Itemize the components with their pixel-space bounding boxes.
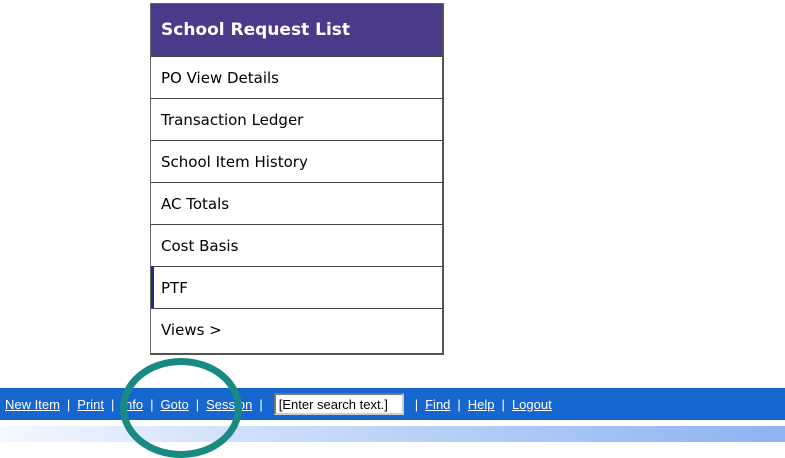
logout-link[interactable]: Logout [512, 397, 552, 412]
print-link[interactable]: Print [77, 397, 104, 412]
separator: | [195, 396, 200, 412]
separator: | [259, 396, 263, 412]
menu-item-po-view-details[interactable]: PO View Details [151, 56, 442, 98]
bottom-toolbar: New Item | Print | Info | Goto | Session… [0, 388, 785, 420]
find-link[interactable]: Find [425, 397, 450, 412]
separator: | [414, 396, 419, 412]
info-link[interactable]: Info [121, 397, 143, 412]
gradient-divider [0, 426, 785, 442]
session-link[interactable]: Session [206, 397, 252, 412]
menu-item-school-item-history[interactable]: School Item History [151, 140, 442, 182]
new-item-link[interactable]: New Item [5, 397, 60, 412]
menu-item-cost-basis[interactable]: Cost Basis [151, 224, 442, 266]
goto-link[interactable]: Goto [161, 397, 189, 412]
search-input[interactable] [273, 393, 404, 415]
context-menu: School Request List PO View Details Tran… [150, 3, 444, 355]
help-link[interactable]: Help [468, 397, 495, 412]
menu-item-views[interactable]: Views > [151, 308, 442, 350]
separator: | [150, 396, 154, 412]
separator: | [457, 396, 461, 412]
menu-header-school-request-list[interactable]: School Request List [151, 4, 442, 56]
menu-item-ptf[interactable]: PTF [151, 266, 442, 308]
separator: | [66, 396, 71, 412]
menu-item-transaction-ledger[interactable]: Transaction Ledger [151, 98, 442, 140]
separator: | [501, 396, 505, 412]
menu-item-ac-totals[interactable]: AC Totals [151, 182, 442, 224]
separator: | [111, 396, 115, 412]
